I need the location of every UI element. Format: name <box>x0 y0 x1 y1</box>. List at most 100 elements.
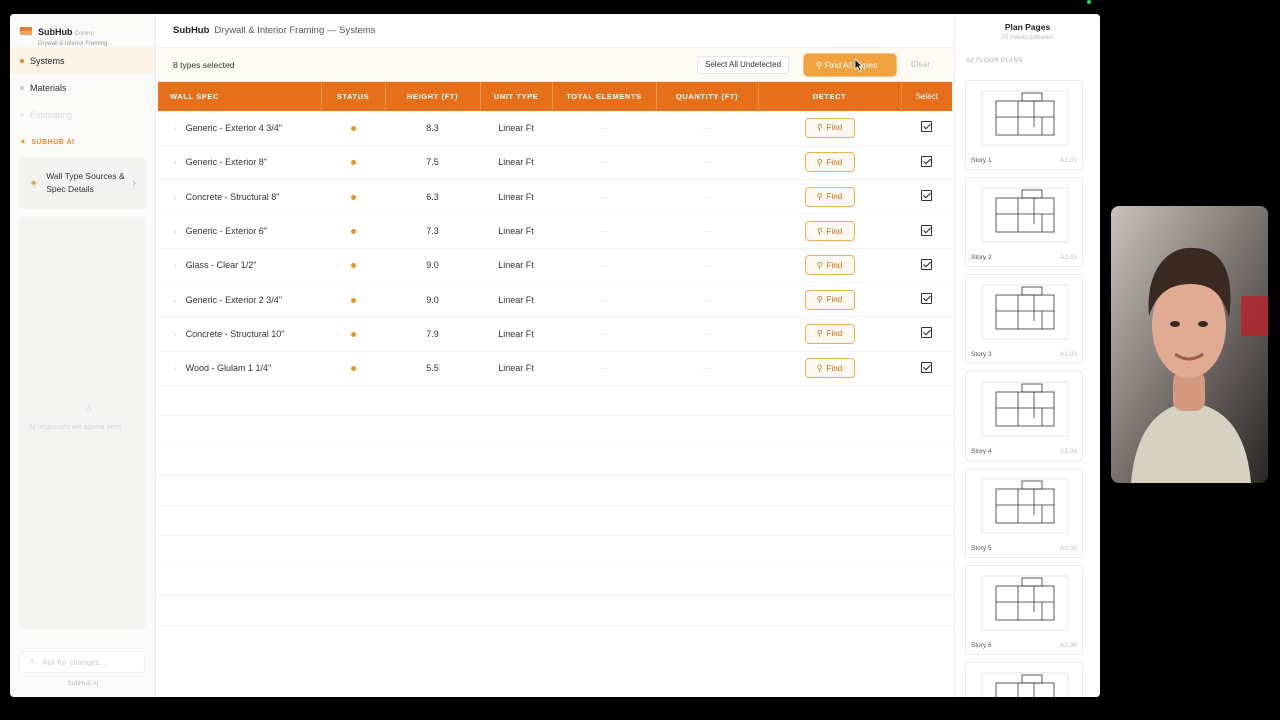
chevron-right-icon[interactable]: › <box>174 330 177 339</box>
ai-heading: ✦ SUBHUB AI <box>10 135 155 149</box>
chevron-right-icon[interactable]: › <box>174 158 177 167</box>
find-button[interactable]: ⚲ Find <box>804 117 855 138</box>
col-height[interactable]: HEIGHT (FT) <box>385 82 481 111</box>
sparkle-icon: ✧ <box>83 402 94 417</box>
plan-page-card[interactable]: Story 1 A2.01 <box>965 80 1083 170</box>
select-checkbox[interactable] <box>921 327 932 339</box>
cell-wall-spec: › Generic - Exterior 2 3/4" <box>158 282 321 316</box>
app-window: SubHub Control Drywall & Interior Framing… <box>10 14 1100 697</box>
col-select: Select <box>915 92 938 101</box>
empty-value: — <box>599 157 609 168</box>
cell-status <box>321 351 385 385</box>
wall-spec-label: Generic - Exterior 6" <box>185 226 267 237</box>
find-button[interactable]: ⚲ Find <box>804 221 855 242</box>
sidebar: SubHub Control Drywall & Interior Framing… <box>10 14 156 697</box>
sidebar-item-label: Estimating <box>30 109 73 120</box>
cell-total-elements: — <box>552 180 656 214</box>
empty-value: — <box>702 122 712 133</box>
empty-rows <box>157 386 954 626</box>
col-unit-type[interactable]: UNIT TYPE <box>480 82 553 111</box>
find-button[interactable]: ⚲ Find <box>804 358 855 379</box>
floor-plan-thumbnail <box>981 381 1069 437</box>
sparkle-icon: ✦ <box>20 139 27 146</box>
plan-page-name: Story 6 <box>971 642 992 649</box>
cell-total-elements: — <box>552 214 656 248</box>
plan-page-card[interactable]: Story 2 A2.02 <box>965 177 1083 267</box>
plan-page-card[interactable] <box>965 662 1083 697</box>
table-row[interactable]: › Generic - Exterior 8" 7.5 Linear Ft — —… <box>158 145 952 180</box>
chevron-right-icon[interactable]: › <box>174 193 177 202</box>
table-row[interactable]: › Glass - Clear 1/2" 9.0 Linear Ft — — ⚲ F… <box>158 248 952 283</box>
select-all-undetected-button[interactable]: Select All Undetected <box>697 56 790 74</box>
cell-status <box>321 180 385 214</box>
ai-response-area: ✧ AI responses will appear here <box>19 217 146 629</box>
table-row[interactable]: › Generic - Exterior 2 3/4" 9.0 Linear Ft… <box>158 282 952 317</box>
plan-page-card[interactable]: Story 4 A2.04 <box>965 371 1083 461</box>
plan-page-card[interactable]: Story 6 A2.06 <box>965 565 1083 655</box>
col-total-elements[interactable]: TOTAL ELEMENTS <box>552 82 657 111</box>
cell-quantity: — <box>656 111 758 145</box>
ai-suggestion-card[interactable]: ✦ Wall Type Sources & Spec Details › <box>19 157 146 209</box>
chevron-right-icon[interactable]: › <box>174 124 177 133</box>
table-row[interactable]: › Generic - Exterior 4 3/4" 8.3 Linear Ft… <box>158 111 952 146</box>
cell-detect: ⚲ Find <box>758 317 901 351</box>
find-button[interactable]: ⚲ Find <box>804 255 855 276</box>
chevron-right-icon[interactable]: › <box>174 364 177 373</box>
chevron-right-icon[interactable]: › <box>174 261 177 270</box>
select-checkbox[interactable] <box>921 258 932 270</box>
find-button[interactable]: ⚲ Find <box>804 323 855 344</box>
clear-button[interactable]: Clear <box>911 56 930 74</box>
sidebar-item-materials[interactable]: Materials <box>10 74 155 101</box>
find-label: Find <box>826 226 843 236</box>
empty-row <box>157 506 954 536</box>
ai-input[interactable]: ✧ Ask for changes... <box>19 651 145 673</box>
status-dot-icon <box>350 331 356 337</box>
plan-page-card[interactable]: Story 5 A2.05 <box>965 468 1083 558</box>
select-checkbox[interactable] <box>921 224 932 236</box>
cell-select <box>901 248 952 282</box>
cell-detect: ⚲ Find <box>758 214 901 248</box>
select-checkbox[interactable] <box>921 155 932 167</box>
floor-plan-thumbnail <box>981 90 1069 146</box>
chevron-right-icon[interactable]: › <box>174 227 177 236</box>
select-checkbox[interactable] <box>921 361 932 373</box>
find-button[interactable]: ⚲ Find <box>804 186 855 207</box>
cell-total-elements: — <box>552 248 656 282</box>
table-row[interactable]: › Concrete - Structural 10" 7.9 Linear Ft… <box>158 317 952 352</box>
search-icon: ⚲ <box>816 329 823 339</box>
col-quantity[interactable]: QUANTITY (FT) <box>656 82 759 111</box>
selected-count: 8 types selected <box>173 59 235 70</box>
plan-page-code: A2.05 <box>1060 545 1077 552</box>
cell-total-elements: — <box>552 145 656 179</box>
select-checkbox[interactable] <box>921 190 932 202</box>
search-icon: ⚲ <box>816 295 823 305</box>
table-row[interactable]: › Generic - Exterior 6" 7.3 Linear Ft — —… <box>158 214 952 249</box>
table-row[interactable]: › Concrete - Structural 8" 6.3 Linear Ft … <box>158 180 952 214</box>
search-icon: ⚲ <box>816 363 823 373</box>
presenter-video <box>1111 206 1268 483</box>
find-all-types-button[interactable]: ⚲ Find All Types <box>804 54 896 76</box>
table-row[interactable]: › Wood - Glulam 1 1/4" 5.5 Linear Ft — — … <box>158 351 952 386</box>
status-dot-icon <box>350 297 356 303</box>
empty-value: — <box>599 328 609 339</box>
select-checkbox[interactable] <box>921 293 932 305</box>
chevron-right-icon[interactable]: › <box>174 296 177 305</box>
dot-icon <box>20 58 24 63</box>
main-content: SubHub Drywall & Interior Framing — Syst… <box>157 14 954 697</box>
cell-total-elements: — <box>552 282 656 316</box>
status-dot-icon <box>350 229 356 235</box>
plan-page-card[interactable]: Story 3 A2.03 <box>965 274 1083 364</box>
find-label: Find <box>826 123 843 133</box>
cell-detect: ⚲ Find <box>758 248 901 282</box>
select-checkbox[interactable] <box>921 121 932 133</box>
sparkle-icon: ✧ <box>29 657 36 666</box>
cell-quantity: — <box>656 282 758 316</box>
cell-height: 9.0 <box>426 294 439 305</box>
col-status[interactable]: STATUS <box>321 82 386 111</box>
find-button[interactable]: ⚲ Find <box>804 289 855 310</box>
col-wall-spec[interactable]: WALL SPEC <box>158 82 322 111</box>
search-icon: ⚲ <box>816 192 823 202</box>
sidebar-item-systems[interactable]: Systems <box>10 47 155 74</box>
cell-wall-spec: › Generic - Exterior 4 3/4" <box>158 111 321 145</box>
find-button[interactable]: ⚲ Find <box>804 152 855 173</box>
